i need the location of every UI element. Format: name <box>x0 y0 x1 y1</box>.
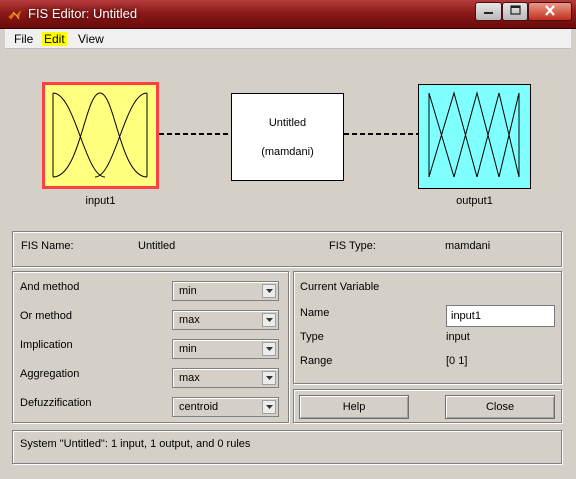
maximize-icon <box>509 5 521 18</box>
output-variable-box[interactable] <box>418 84 531 189</box>
status-bar: System "Untitled": 1 input, 1 output, an… <box>12 430 562 464</box>
variable-name-input[interactable] <box>446 305 555 327</box>
variable-type-label: Type <box>300 331 324 343</box>
help-button[interactable]: Help <box>299 395 409 419</box>
defuzzification-dropdown[interactable]: centroid <box>172 397 279 417</box>
method-label-and: And method <box>20 281 80 293</box>
input-mf-plot <box>52 92 148 178</box>
methods-panel: And method min Or method max Implication… <box>12 271 289 423</box>
minimize-icon <box>483 6 494 18</box>
menu-edit[interactable]: Edit <box>42 32 67 46</box>
window-title: FIS Editor: Untitled <box>28 6 138 21</box>
or-method-dropdown[interactable]: max <box>172 310 279 330</box>
fis-name-value: Untitled <box>138 240 176 252</box>
menu-bar: File Edit View <box>5 29 571 49</box>
chevron-down-icon <box>262 313 276 327</box>
variable-range-label: Range <box>300 355 333 367</box>
variable-range-value: [0 1] <box>446 355 468 367</box>
fis-type-label: FIS Type: <box>329 240 376 252</box>
chevron-down-icon <box>262 371 276 385</box>
close-icon <box>544 4 556 19</box>
fis-name-label: FIS Name: <box>21 240 74 252</box>
fis-editor-window: FIS Editor: Untitled File Edit View inpu… <box>0 0 576 479</box>
variable-type-value: input <box>446 331 470 343</box>
output-connector-line <box>344 133 418 135</box>
implication-value: min <box>179 343 197 355</box>
title-bar[interactable]: FIS Editor: Untitled <box>0 0 576 29</box>
menu-file[interactable]: File <box>12 32 35 46</box>
maximize-button[interactable] <box>502 2 528 21</box>
output-mf-plot <box>428 91 520 178</box>
fis-info-panel: FIS Name: Untitled FIS Type: mamdani <box>12 231 562 267</box>
input-connector-line <box>159 133 231 135</box>
input-variable-label: input1 <box>85 195 116 207</box>
variable-name-label: Name <box>300 307 330 319</box>
method-label-defuzzification: Defuzzification <box>20 397 92 409</box>
method-label-aggregation: Aggregation <box>20 368 80 380</box>
current-variable-header: Current Variable <box>300 281 380 293</box>
and-method-dropdown[interactable]: min <box>172 281 279 301</box>
chevron-down-icon <box>262 400 276 414</box>
input-variable-box[interactable] <box>42 82 159 189</box>
aggregation-dropdown[interactable]: max <box>172 368 279 388</box>
status-text: System "Untitled": 1 input, 1 output, an… <box>20 438 251 450</box>
chevron-down-icon <box>262 342 276 356</box>
menu-view[interactable]: View <box>76 32 106 46</box>
aggregation-value: max <box>179 372 200 384</box>
minimize-button[interactable] <box>475 2 502 21</box>
or-method-value: max <box>179 314 200 326</box>
close-window-button[interactable] <box>528 2 572 21</box>
defuzzification-value: centroid <box>179 401 219 413</box>
and-method-value: min <box>179 285 197 297</box>
method-label-or: Or method <box>20 310 72 322</box>
fis-type-value: mamdani <box>445 240 491 252</box>
output-variable-label: output1 <box>456 195 493 207</box>
system-type-text: (mamdani) <box>261 146 314 158</box>
buttons-panel: Help Close <box>293 389 562 423</box>
matlab-app-icon <box>7 6 23 22</box>
close-button[interactable]: Close <box>445 395 555 419</box>
implication-dropdown[interactable]: min <box>172 339 279 359</box>
fis-diagram: input1 Untitled (mamdani) output1 <box>7 50 570 229</box>
fis-system-box[interactable]: Untitled (mamdani) <box>231 93 344 181</box>
current-variable-panel: Current Variable Name Type input Range [… <box>293 271 562 384</box>
method-label-implication: Implication <box>20 339 73 351</box>
chevron-down-icon <box>262 284 276 298</box>
system-name-text: Untitled <box>268 117 307 129</box>
